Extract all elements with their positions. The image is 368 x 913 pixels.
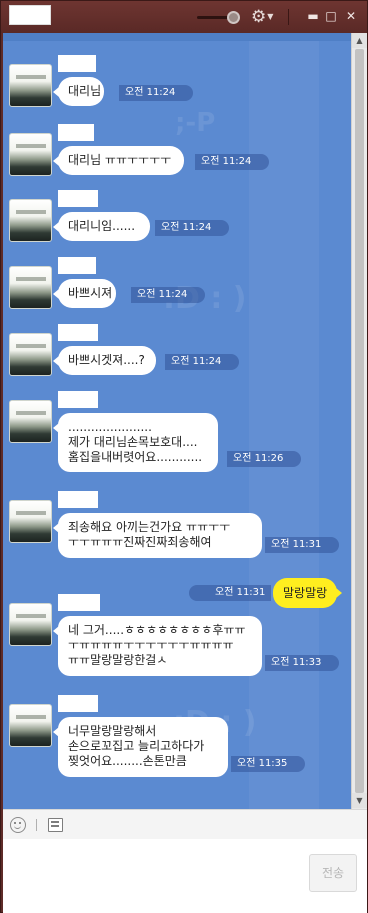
message-bubble[interactable]: ...................... 제가 대리님손목보호대.... 홈집을… xyxy=(53,413,218,472)
sender-name xyxy=(58,491,98,508)
message-line: 죄송해요 아끼는건가요 ㅠㅠㅜㅜ xyxy=(68,520,231,534)
composer: 전송 xyxy=(3,839,367,913)
sender-avatar[interactable] xyxy=(9,500,52,543)
sender-avatar[interactable] xyxy=(9,133,52,176)
dropdown-caret-icon: ▼ xyxy=(267,12,274,21)
emoji-icon[interactable] xyxy=(10,817,26,833)
message-bubble[interactable]: 바쁘시져 xyxy=(53,279,116,308)
message-bubble[interactable]: 죄송해요 아끼는건가요 ㅠㅠㅜㅜ ㅜㅜㅠㅠㅠ진짜진짜죄송해여 xyxy=(53,513,262,558)
message-line: 제가 대리님손목보호대.... xyxy=(68,435,198,449)
sender-name xyxy=(58,124,94,141)
message-timestamp: 오전 11:31 xyxy=(265,537,340,553)
message-timestamp: 오전 11:24 xyxy=(119,85,194,101)
message-bubble[interactable]: 대리님 ㅠㅠㅜㅜㅜㅜ xyxy=(53,146,184,175)
sender-avatar[interactable] xyxy=(9,266,52,309)
sender-name xyxy=(58,190,98,207)
sender-avatar[interactable] xyxy=(9,400,52,443)
message-timestamp: 오전 11:26 xyxy=(227,451,302,467)
message-bubble[interactable]: 대리님 xyxy=(53,77,104,106)
chat-top-strip xyxy=(3,33,351,41)
message-bubble-mine[interactable]: 말랑말랑 xyxy=(273,578,343,608)
message-line: ㅠㅠ말랑말랑한걸ㅅ xyxy=(68,653,168,667)
chat-window: ⚙▼ ▬ □ ✕ ;-P :D : ) :D : ) 대리님오전 11:24대리… xyxy=(0,0,368,913)
titlebar-divider xyxy=(288,9,289,25)
message-line: 네 그거.....ㅎㅎㅎㅎㅎㅎㅎㅎ후ㅠㅠ xyxy=(68,623,246,637)
minimize-button[interactable]: ▬ xyxy=(305,7,321,25)
chat-room-title xyxy=(9,5,51,25)
sender-avatar[interactable] xyxy=(9,199,52,242)
message-timestamp: 오전 11:33 xyxy=(265,655,340,671)
send-button[interactable]: 전송 xyxy=(309,854,357,892)
sender-name xyxy=(58,55,96,72)
message-timestamp: 오전 11:24 xyxy=(155,220,230,236)
slider-knob[interactable] xyxy=(227,11,240,24)
message-bubble[interactable]: 바쁘시겟져....? xyxy=(53,346,156,375)
toolbar-divider xyxy=(36,819,37,831)
chat-message-area[interactable]: ;-P :D : ) :D : ) 대리님오전 11:24대리님 ㅠㅠㅜㅜㅜㅜ오… xyxy=(3,33,351,809)
message-line: ...................... xyxy=(68,420,152,434)
sender-avatar[interactable] xyxy=(9,704,52,747)
message-timestamp: 오전 11:24 xyxy=(195,154,270,170)
message-line: ㅜㅜㅠㅠㅠ진짜진짜죄송해여 xyxy=(68,535,212,549)
sender-name xyxy=(58,257,96,274)
scroll-up-arrow-icon[interactable]: ▲ xyxy=(352,33,367,48)
settings-gear-icon[interactable]: ⚙▼ xyxy=(251,6,281,28)
title-bar[interactable]: ⚙▼ ▬ □ ✕ xyxy=(1,1,367,33)
message-timestamp: 오전 11:31 xyxy=(189,585,272,601)
sender-avatar[interactable] xyxy=(9,333,52,376)
message-input[interactable] xyxy=(3,839,303,913)
composer-toolbar xyxy=(3,809,367,839)
message-line: 손으로꼬집고 늘리고하다가 xyxy=(68,739,205,753)
sender-name xyxy=(58,324,98,341)
scroll-down-arrow-icon[interactable]: ▼ xyxy=(352,793,367,808)
message-line: 홈집을내버렷어요............ xyxy=(68,450,203,464)
message-timestamp: 오전 11:35 xyxy=(231,756,306,772)
message-timestamp: 오전 11:24 xyxy=(165,354,240,370)
sender-name xyxy=(58,391,98,408)
scroll-thumb[interactable] xyxy=(355,49,364,793)
sender-name xyxy=(58,695,98,712)
message-line: 너무말랑말랑해서 xyxy=(68,724,157,738)
maximize-button[interactable]: □ xyxy=(323,7,339,25)
sender-name xyxy=(58,594,100,611)
transparency-slider[interactable] xyxy=(197,11,240,24)
sender-avatar[interactable] xyxy=(9,64,52,107)
close-button[interactable]: ✕ xyxy=(343,7,359,25)
chat-scrollbar[interactable]: ▲ ▼ xyxy=(351,33,367,809)
message-bubble[interactable]: 네 그거.....ㅎㅎㅎㅎㅎㅎㅎㅎ후ㅠㅠ ㅜㅠㅠㅠㅠㅜㅜㅜㅜㅜㅜㅠㅠㅠㅠ ㅠㅠ말랑말… xyxy=(53,616,262,676)
file-icon[interactable] xyxy=(48,818,63,832)
gear-glyph: ⚙ xyxy=(251,7,267,27)
background-emoticon: ;-P xyxy=(175,108,216,138)
message-line: ㅜㅠㅠㅠㅠㅜㅜㅜㅜㅜㅜㅠㅠㅠㅠ xyxy=(68,638,234,652)
message-bubble[interactable]: 대리니임...... xyxy=(53,212,150,241)
sender-avatar[interactable] xyxy=(9,603,52,646)
message-bubble[interactable]: 너무말랑말랑해서 손으로꼬집고 늘리고하다가 찢엇어요........손톤만큼 xyxy=(53,717,228,777)
message-timestamp: 오전 11:24 xyxy=(131,287,206,303)
message-line: 찢엇어요........손톤만큼 xyxy=(68,754,187,768)
